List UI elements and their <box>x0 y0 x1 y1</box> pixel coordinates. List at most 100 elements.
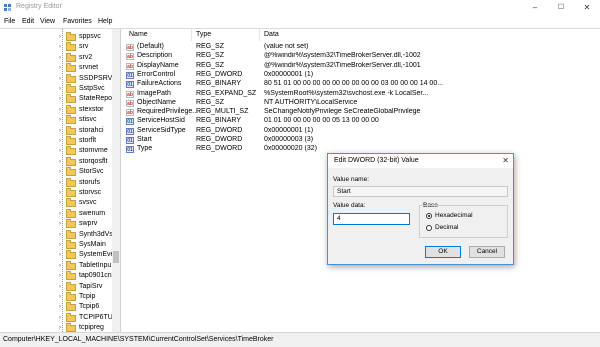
tree-item[interactable]: › svsvc <box>0 198 112 209</box>
folder-icon <box>66 32 76 41</box>
expand-arrow-icon[interactable]: › <box>59 86 61 92</box>
tree-item[interactable]: › stornvme <box>0 146 112 157</box>
value-row[interactable]: 01 ErrorControl REG_DWORD 0x00000001 (1) <box>121 71 600 80</box>
tree-item[interactable]: › srvnet <box>0 63 112 74</box>
value-data: 0x00000001 (1) <box>264 70 314 78</box>
value-row[interactable]: ab RequiredPrivilege... REG_MULTI_SZ SeChan… <box>121 108 600 117</box>
expand-arrow-icon[interactable]: › <box>59 242 61 248</box>
expand-arrow-icon[interactable]: › <box>59 190 61 196</box>
decimal-radio[interactable] <box>426 225 432 231</box>
tree-item[interactable]: › SstpSvc <box>0 84 112 95</box>
close-button[interactable]: ✕ <box>574 0 600 16</box>
tree-item[interactable]: › tcpipreg <box>0 323 112 332</box>
tree-item[interactable]: › StateRepos <box>0 94 116 105</box>
tree-item[interactable]: › Tcpip6 <box>0 302 112 313</box>
tree-item[interactable]: › SystemEve <box>0 250 115 261</box>
expand-arrow-icon[interactable]: › <box>59 221 61 227</box>
tree-scrollbar[interactable] <box>112 29 120 332</box>
tree-item[interactable]: › srv <box>0 42 112 53</box>
expand-arrow-icon[interactable]: › <box>59 76 61 82</box>
tree-item[interactable]: › TabletInpu <box>0 260 112 272</box>
column-divider[interactable] <box>259 29 260 41</box>
ok-button[interactable]: OK <box>425 246 461 258</box>
menu-edit[interactable]: Edit <box>22 18 34 25</box>
value-row[interactable]: ab Description REG_SZ @%windir%\system32\Ti… <box>121 52 600 61</box>
tree-item[interactable]: › storvsc <box>0 188 112 199</box>
expand-arrow-icon[interactable]: › <box>59 200 61 206</box>
expand-arrow-icon[interactable]: › <box>59 263 61 269</box>
expand-arrow-icon[interactable]: › <box>59 107 61 113</box>
expand-arrow-icon[interactable]: › <box>59 294 61 300</box>
value-row[interactable]: 01 FailureActions REG_BINARY 80 51 01 00 00… <box>121 80 600 89</box>
tree-item[interactable]: › swenum <box>0 208 112 220</box>
folder-icon <box>66 219 76 229</box>
minimize-button[interactable]: – <box>522 0 548 16</box>
decimal-label[interactable]: Decimal <box>435 224 458 231</box>
tree-item[interactable]: › Tcpip <box>0 292 112 303</box>
tree-item[interactable]: › storflt <box>0 136 112 147</box>
expand-arrow-icon[interactable]: › <box>59 117 61 123</box>
tree-item[interactable]: › storahci <box>0 125 112 137</box>
expand-arrow-icon[interactable]: › <box>59 180 61 186</box>
expand-arrow-icon[interactable]: › <box>59 148 61 154</box>
expand-arrow-icon[interactable]: › <box>59 138 61 144</box>
menu-view[interactable]: View <box>40 18 55 25</box>
value-row[interactable]: 01 ServiceHostSid REG_BINARY 01 01 00 00 00… <box>121 117 600 126</box>
menu-favorites[interactable]: Favorites <box>63 18 92 25</box>
key-tree[interactable]: › sppsvc › srv › srv2 › srvnet › SSDPSRV › SstpSvc ›… <box>0 29 121 332</box>
expand-arrow-icon[interactable]: › <box>59 252 61 258</box>
tree-item[interactable]: › storqosflt <box>0 156 112 168</box>
tree-item[interactable]: › stisvc <box>0 115 112 126</box>
tree-item[interactable]: › TCPIP6TUN <box>0 312 118 324</box>
tree-item[interactable]: › Synth3dVs <box>0 229 113 241</box>
value-row[interactable]: 01 Start REG_DWORD 0x00000003 (3) <box>121 136 600 145</box>
tree-item[interactable]: › StorSvc <box>0 167 112 178</box>
expand-arrow-icon[interactable]: › <box>59 96 61 102</box>
tree-item[interactable]: › sppsvc <box>0 32 112 43</box>
tree-item[interactable]: › srv2 <box>0 52 112 64</box>
value-type: REG_SZ <box>196 61 225 69</box>
expand-arrow-icon[interactable]: › <box>59 273 61 279</box>
value-row[interactable]: 01 ServiceSidType REG_DWORD 0x00000001 (1) <box>121 127 600 136</box>
tree-item-label: SystemEve <box>79 251 115 259</box>
expand-arrow-icon[interactable]: › <box>59 325 61 331</box>
expand-arrow-icon[interactable]: › <box>59 55 61 61</box>
tree-item-label: tcpipreg <box>79 324 104 332</box>
string-value-icon: ab <box>126 62 134 70</box>
expand-arrow-icon[interactable]: › <box>59 304 61 310</box>
expand-arrow-icon[interactable]: › <box>59 65 61 71</box>
hexadecimal-label[interactable]: Hexadecimal <box>435 212 473 219</box>
tree-item[interactable]: › storufs <box>0 177 112 189</box>
expand-arrow-icon[interactable]: › <box>59 159 61 165</box>
expand-arrow-icon[interactable]: › <box>59 232 61 238</box>
value-data-input[interactable]: 4 <box>333 213 410 225</box>
expand-arrow-icon[interactable]: › <box>59 34 61 40</box>
maximize-button[interactable]: ☐ <box>548 0 574 16</box>
dialog-close-button[interactable]: ✕ <box>502 156 509 165</box>
menu-file[interactable]: File <box>4 18 15 25</box>
column-header-type[interactable]: Type <box>196 31 211 38</box>
column-divider[interactable] <box>191 29 192 41</box>
tree-item[interactable]: › SSDPSRV <box>0 73 112 85</box>
cancel-button[interactable]: Cancel <box>469 246 505 258</box>
tree-item[interactable]: › tap0901cn <box>0 271 112 282</box>
tree-scrollbar-thumb[interactable] <box>113 251 119 263</box>
expand-arrow-icon[interactable]: › <box>59 169 61 175</box>
value-row[interactable]: ab ObjectName REG_SZ NT AUTHORITY\LocalServ… <box>121 99 600 108</box>
column-header-name[interactable]: Name <box>129 31 148 38</box>
value-row[interactable]: ab DisplayName REG_SZ @%windir%\system32\Ti… <box>121 62 600 71</box>
expand-arrow-icon[interactable]: › <box>59 315 61 321</box>
value-row[interactable]: ab (Default) REG_SZ (value not set) <box>121 43 600 52</box>
tree-item[interactable]: › stexstor <box>0 104 112 116</box>
tree-item[interactable]: › SysMain <box>0 240 112 251</box>
expand-arrow-icon[interactable]: › <box>59 211 61 217</box>
hexadecimal-radio[interactable] <box>426 213 432 219</box>
column-header-data[interactable]: Data <box>264 31 279 38</box>
value-row[interactable]: ab ImagePath REG_EXPAND_SZ %SystemRoot%\sys… <box>121 90 600 99</box>
tree-item[interactable]: › TapiSrv <box>0 281 112 293</box>
menu-help[interactable]: Help <box>98 18 112 25</box>
expand-arrow-icon[interactable]: › <box>59 44 61 50</box>
tree-item[interactable]: › swprv <box>0 219 112 230</box>
expand-arrow-icon[interactable]: › <box>59 284 61 290</box>
expand-arrow-icon[interactable]: › <box>59 128 61 134</box>
